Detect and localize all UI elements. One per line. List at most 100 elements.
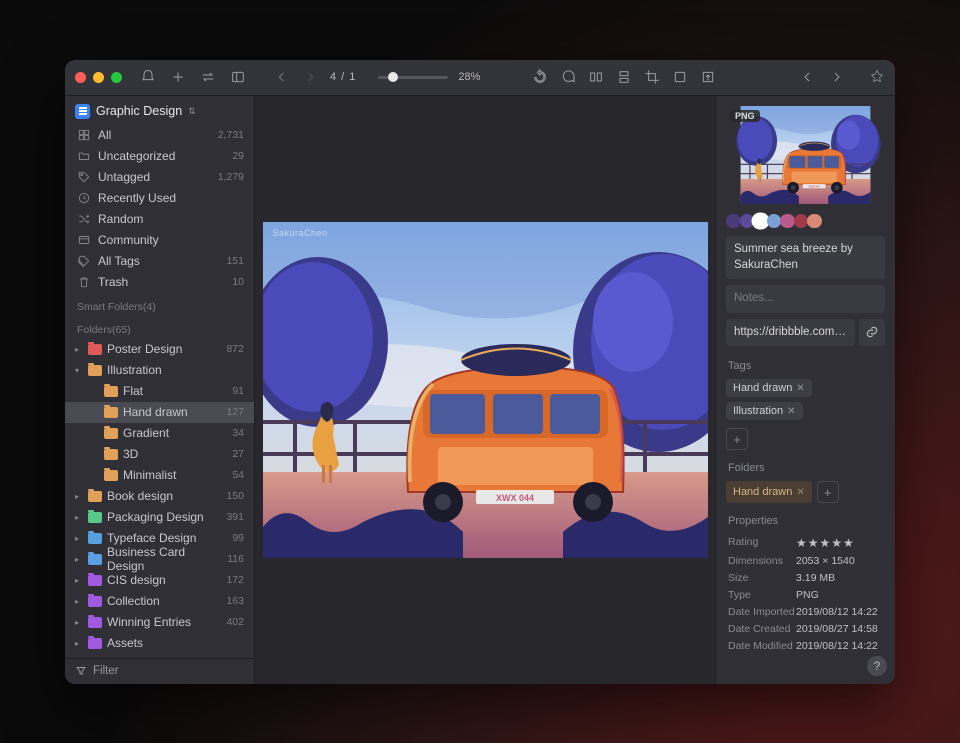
smart-folders-heading[interactable]: Smart Folders(4) [65,293,254,316]
notes-field[interactable]: Notes... [726,285,885,313]
fit-icon[interactable] [672,69,688,85]
maximize-window-button[interactable] [111,72,122,83]
folder-icon [88,638,102,649]
flip-v-icon[interactable] [616,69,632,85]
disclosure-arrow-icon[interactable]: ▸ [71,345,83,354]
sidebar-item-count: 1,279 [218,171,244,183]
chevron-updown-icon: ⇅ [188,106,196,117]
rating-stars[interactable]: ★★★★★ [796,536,855,550]
transfer-icon[interactable] [200,69,216,85]
disclosure-arrow-icon[interactable]: ▸ [71,597,83,606]
disclosure-arrow-icon[interactable]: ▸ [71,639,83,648]
export-icon[interactable] [700,69,716,85]
add-folder-button[interactable]: + [817,481,839,503]
notifications-icon[interactable] [140,69,156,85]
color-swatch[interactable] [753,214,768,229]
disclosure-arrow-icon[interactable]: ▸ [71,534,83,543]
svg-text:XWX 044: XWX 044 [495,493,533,503]
folder-row[interactable]: ▸ Collection 163 [65,591,254,612]
folder-count: 163 [226,595,244,607]
sidebar-item-trash[interactable]: Trash 10 [65,272,254,293]
sidebar-item-tags[interactable]: All Tags 151 [65,251,254,272]
add-tag-button[interactable]: + [726,428,748,450]
library-name: Graphic Design [96,104,182,118]
disclosure-arrow-icon[interactable]: ▸ [71,555,83,564]
add-icon[interactable] [170,69,186,85]
folder-row[interactable]: Gradient 34 [65,423,254,444]
filter-bar[interactable]: Filter [65,658,254,684]
tag-chip[interactable]: Illustration✕ [726,402,803,420]
folder-row[interactable]: Hand drawn 127 [65,402,254,423]
folder-row[interactable]: ▾ Illustration [65,360,254,381]
rotate-icon[interactable] [532,69,548,85]
color-swatch[interactable] [794,214,809,229]
sidebar-item-recent[interactable]: Recently Used [65,188,254,209]
folder-row[interactable]: ▸ Packaging Design 391 [65,507,254,528]
folder-row[interactable]: 3D 27 [65,444,254,465]
asset-title-field[interactable]: Summer sea breeze by SakuraChen [726,236,885,279]
color-swatch[interactable] [780,214,795,229]
filter-label: Filter [93,665,119,677]
folder-name: Packaging Design [107,510,221,524]
sidebar-item-comm[interactable]: Community [65,230,254,251]
disclosure-arrow-icon[interactable]: ▸ [71,618,83,627]
folder-count: 54 [232,469,244,481]
folder-name: Typeface Design [107,531,227,545]
folder-row[interactable]: ▸ Assets [65,633,254,654]
folder-chip[interactable]: Hand drawn✕ [726,481,812,503]
next-asset-icon[interactable] [829,69,845,85]
image-viewer[interactable]: XWX 044 SakuraChen [255,96,715,684]
sidebar-item-random[interactable]: Random [65,209,254,230]
help-button[interactable]: ? [867,656,887,676]
zoom-slider[interactable] [378,76,448,79]
folder-count: 27 [232,448,244,460]
folder-row[interactable]: ▸ Poster Design 872 [65,339,254,360]
folder-row[interactable]: ▸ Winning Entries 402 [65,612,254,633]
flip-h-icon[interactable] [588,69,604,85]
annotate-icon[interactable] [560,69,576,85]
sidebar-item-uncat[interactable]: Uncategorized 29 [65,146,254,167]
folder-name: Flat [123,384,227,398]
folders-heading[interactable]: Folders(65) [65,316,254,339]
folder-row[interactable]: ▸ Business Card Design 116 [65,549,254,570]
tag-chip[interactable]: Hand drawn✕ [726,379,812,397]
folder-icon [88,512,102,523]
crop-icon[interactable] [644,69,660,85]
sidebar-item-untag[interactable]: Untagged 1,279 [65,167,254,188]
page-indicator: 4 / 1 [330,71,356,83]
folder-icon [88,344,102,355]
sidebar-item-all[interactable]: All 2,731 [65,125,254,146]
folder-row[interactable]: Flat 91 [65,381,254,402]
color-swatch[interactable] [807,214,822,229]
nav-back-icon[interactable] [274,69,290,85]
disclosure-arrow-icon[interactable]: ▸ [71,513,83,522]
minimize-window-button[interactable] [93,72,104,83]
pin-icon[interactable] [869,69,885,85]
folder-count: 34 [232,427,244,439]
color-swatch[interactable] [740,214,755,229]
remove-folder-icon[interactable]: ✕ [796,487,804,498]
folder-row[interactable]: ▸ CIS design 172 [65,570,254,591]
disclosure-arrow-icon[interactable]: ▸ [71,492,83,501]
library-switcher[interactable]: Graphic Design ⇅ [65,96,254,125]
folder-icon [104,449,118,460]
prev-asset-icon[interactable] [799,69,815,85]
remove-tag-icon[interactable]: ✕ [787,406,795,417]
url-field[interactable]: https://dribbble.com/sakurac [726,319,855,347]
disclosure-arrow-icon[interactable]: ▸ [71,576,83,585]
close-window-button[interactable] [75,72,86,83]
color-swatch[interactable] [726,214,741,229]
nav-forward-icon[interactable] [302,69,318,85]
watermark: SakuraChen [273,228,328,238]
recent-icon [77,191,91,205]
disclosure-arrow-icon[interactable]: ▾ [71,366,83,375]
sidebar-toggle-icon[interactable] [230,69,246,85]
folder-count: 150 [226,490,244,502]
folder-row[interactable]: ▸ Book design 150 [65,486,254,507]
open-url-button[interactable] [859,319,885,347]
remove-tag-icon[interactable]: ✕ [796,383,804,394]
thumbnail[interactable]: XWX 044 PNG [726,106,885,204]
folder-row[interactable]: Minimalist 54 [65,465,254,486]
color-swatch[interactable] [767,214,782,229]
folder-icon [88,365,102,376]
